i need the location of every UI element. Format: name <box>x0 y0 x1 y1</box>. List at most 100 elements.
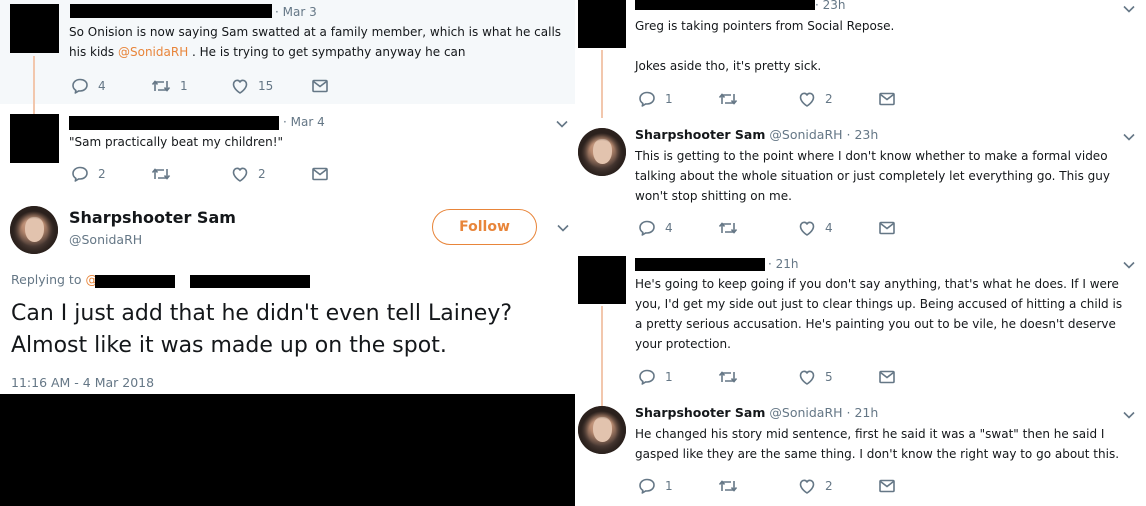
dm-action[interactable] <box>877 218 897 238</box>
dm-action[interactable] <box>877 89 897 109</box>
thread-tweet-1[interactable]: · Mar 3 So Onision is now saying Sam swa… <box>0 0 575 104</box>
tweet-header: Sharpshooter Sam @SonidaRH · 21h <box>635 403 878 423</box>
caret-button[interactable] <box>1122 132 1136 142</box>
tweet-header: Sharpshooter Sam @SonidaRH · 23h <box>635 125 878 145</box>
tweet-text: He's going to keep going if you don't sa… <box>635 274 1145 354</box>
dm-action[interactable] <box>877 476 897 496</box>
reply-tweet-2[interactable]: Sharpshooter Sam @SonidaRH · 23h This is… <box>575 118 1146 250</box>
reply-action[interactable]: 1 <box>637 367 717 387</box>
caret-button[interactable] <box>1122 260 1136 270</box>
envelope-icon <box>310 76 330 96</box>
dm-action[interactable] <box>310 76 330 96</box>
like-action[interactable]: 5 <box>797 367 877 387</box>
author-handle[interactable]: @SonidaRH · 21h <box>769 405 878 420</box>
like-action[interactable]: 4 <box>797 218 877 238</box>
reply-count: 1 <box>665 479 673 493</box>
tweet-text: "Sam practically beat my children!" <box>69 135 284 149</box>
tweet-actions: 1 2 <box>637 89 897 109</box>
heart-icon <box>797 476 817 496</box>
caret-button[interactable] <box>556 223 570 233</box>
reply-tweet-4[interactable]: Sharpshooter Sam @SonidaRH · 21h He chan… <box>575 400 1146 506</box>
reply-count: 4 <box>98 79 106 93</box>
retweet-action[interactable] <box>717 89 797 109</box>
reply-action[interactable]: 1 <box>637 476 717 496</box>
follow-button[interactable]: Follow <box>432 209 537 245</box>
retweet-action[interactable] <box>717 367 797 387</box>
reply-count: 1 <box>665 92 673 106</box>
like-action[interactable]: 2 <box>797 476 877 496</box>
retweet-action[interactable] <box>150 164 230 184</box>
heart-icon <box>797 89 817 109</box>
retweet-icon <box>717 367 739 387</box>
envelope-icon <box>877 476 897 496</box>
reply-tweet-3[interactable]: · 21h He's going to keep going if you do… <box>575 250 1146 400</box>
avatar-hair <box>578 128 626 176</box>
avatar[interactable] <box>578 128 626 176</box>
tweet-text-line-1: Can I just add that he didn't even tell … <box>11 301 513 326</box>
right-pane: · 23h Greg is taking pointers from Socia… <box>575 0 1146 506</box>
thread-connector <box>601 50 603 118</box>
avatar-hair <box>10 206 58 254</box>
reply-action[interactable]: 4 <box>70 76 150 96</box>
caret-button[interactable] <box>1122 410 1136 420</box>
tweet-timestamp[interactable]: 11:16 AM - 4 Mar 2018 <box>11 375 154 390</box>
tweet-text-line-2: Almost like it was made up on the spot. <box>11 333 447 358</box>
chevron-down-icon <box>1122 132 1136 142</box>
avatar[interactable] <box>578 406 626 454</box>
dm-action[interactable] <box>877 367 897 387</box>
author-handle[interactable]: @SonidaRH · 23h <box>769 127 878 142</box>
tweet-text-line-4: your protection. <box>635 337 731 351</box>
retweet-icon <box>717 218 739 238</box>
tweet-text-line-3: won't stop shitting on me. <box>635 189 792 203</box>
heart-icon <box>230 164 250 184</box>
envelope-icon <box>877 218 897 238</box>
username-redacted[interactable] <box>635 0 815 10</box>
caret-button[interactable] <box>555 119 569 129</box>
author-handle[interactable]: @SonidaRH <box>69 232 142 247</box>
thread-tweet-2[interactable]: · Mar 4 "Sam practically beat my childre… <box>0 104 575 194</box>
tweet-time[interactable]: · Mar 3 <box>275 2 317 22</box>
tweet-actions: 4 1 15 <box>70 76 330 96</box>
envelope-icon <box>877 89 897 109</box>
reply-icon <box>637 476 657 496</box>
tweet-time[interactable]: · 23h <box>815 0 846 15</box>
avatar[interactable] <box>10 206 58 254</box>
username-redacted[interactable] <box>635 258 765 271</box>
username-redacted[interactable] <box>69 116 279 130</box>
avatar-redacted[interactable] <box>578 256 626 304</box>
reply-tweet-1[interactable]: · 23h Greg is taking pointers from Socia… <box>575 0 1146 118</box>
reply-action[interactable]: 1 <box>637 89 717 109</box>
like-count: 2 <box>825 479 833 493</box>
heart-icon <box>797 218 817 238</box>
caret-button[interactable] <box>1122 4 1136 14</box>
mention-link[interactable]: @SonidaRH <box>118 45 188 59</box>
avatar-redacted[interactable] <box>10 114 59 163</box>
media-redacted[interactable] <box>0 394 575 506</box>
avatar-redacted[interactable] <box>578 0 626 48</box>
tweet-text-line-2: his kids @SonidaRH . He is trying to get… <box>69 42 569 62</box>
reply-action[interactable]: 2 <box>70 164 150 184</box>
like-action[interactable]: 2 <box>230 164 310 184</box>
thread-connector <box>33 56 35 104</box>
author-name[interactable]: Sharpshooter Sam <box>635 405 765 420</box>
retweet-action[interactable]: 1 <box>150 76 230 96</box>
dm-action[interactable] <box>310 164 330 184</box>
tweet-time[interactable]: · Mar 4 <box>283 112 325 132</box>
chevron-down-icon <box>1122 4 1136 14</box>
chevron-down-icon <box>1122 260 1136 270</box>
like-count: 2 <box>825 92 833 106</box>
mention-redacted[interactable] <box>95 275 175 288</box>
reply-action[interactable]: 4 <box>637 218 717 238</box>
retweet-action[interactable] <box>717 476 797 496</box>
like-action[interactable]: 2 <box>797 89 877 109</box>
left-pane: · Mar 3 So Onision is now saying Sam swa… <box>0 0 575 506</box>
tweet-time[interactable]: · 21h <box>768 254 799 274</box>
mention-redacted[interactable] <box>190 275 310 288</box>
author-name[interactable]: Sharpshooter Sam <box>69 208 236 227</box>
avatar-redacted[interactable] <box>10 4 59 53</box>
tweet-text-line-3: a pretty serious accusation. He's painti… <box>635 317 1116 331</box>
username-redacted[interactable] <box>70 4 272 18</box>
like-action[interactable]: 15 <box>230 76 310 96</box>
author-name[interactable]: Sharpshooter Sam <box>635 127 765 142</box>
retweet-action[interactable] <box>717 218 797 238</box>
